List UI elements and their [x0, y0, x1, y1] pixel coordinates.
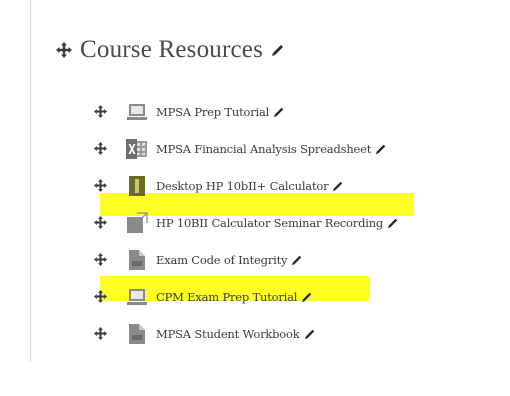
resource-list: MPSA Prep Tutorial MPSA Financial Analys… — [94, 93, 399, 352]
edit-pencil-icon[interactable] — [332, 180, 344, 192]
edit-pencil-icon[interactable] — [301, 291, 313, 303]
edit-pencil-icon[interactable] — [291, 254, 303, 266]
pdf-icon — [126, 249, 148, 271]
move-icon[interactable] — [94, 142, 108, 155]
edit-pencil-icon[interactable] — [304, 328, 316, 340]
pdf-icon — [126, 323, 148, 345]
edit-pencil-icon[interactable] — [271, 43, 285, 57]
laptop-icon — [126, 286, 148, 308]
section-header: Course Resources — [56, 30, 285, 70]
resource-item[interactable]: MPSA Prep Tutorial — [94, 93, 399, 130]
move-icon[interactable] — [94, 327, 108, 340]
external-link-icon — [126, 211, 148, 234]
resource-item[interactable]: CPM Exam Prep Tutorial — [94, 278, 399, 315]
move-icon[interactable] — [94, 179, 108, 192]
book-icon — [126, 175, 148, 197]
move-icon[interactable] — [94, 253, 108, 266]
resource-label[interactable]: Desktop HP 10bII+ Calculator — [156, 179, 329, 193]
move-icon[interactable] — [94, 290, 108, 303]
resource-label[interactable]: HP 10BII Calculator Seminar Recording — [156, 216, 383, 230]
edit-pencil-icon[interactable] — [387, 217, 399, 229]
course-page: Course Resources MPSA Prep Tutorial MPSA… — [0, 0, 510, 396]
resource-item[interactable]: Desktop HP 10bII+ Calculator — [94, 167, 399, 204]
resource-label[interactable]: Exam Code of Integrity — [156, 253, 288, 267]
resource-item[interactable]: Exam Code of Integrity — [94, 241, 399, 278]
resource-item[interactable]: MPSA Student Workbook — [94, 315, 399, 352]
resource-label[interactable]: MPSA Prep Tutorial — [156, 105, 269, 119]
move-icon[interactable] — [94, 216, 108, 229]
move-icon[interactable] — [56, 42, 72, 58]
laptop-icon — [126, 101, 148, 123]
edit-pencil-icon[interactable] — [273, 106, 285, 118]
excel-icon — [126, 138, 148, 160]
section-title: Course Resources — [80, 36, 264, 63]
resource-item[interactable]: MPSA Financial Analysis Spreadsheet — [94, 130, 399, 167]
section-divider — [30, 0, 31, 362]
edit-pencil-icon[interactable] — [375, 143, 387, 155]
resource-label[interactable]: MPSA Financial Analysis Spreadsheet — [156, 142, 371, 156]
resource-label[interactable]: MPSA Student Workbook — [156, 327, 300, 341]
move-icon[interactable] — [94, 105, 108, 118]
resource-item[interactable]: HP 10BII Calculator Seminar Recording — [94, 204, 399, 241]
resource-label[interactable]: CPM Exam Prep Tutorial — [156, 290, 297, 304]
